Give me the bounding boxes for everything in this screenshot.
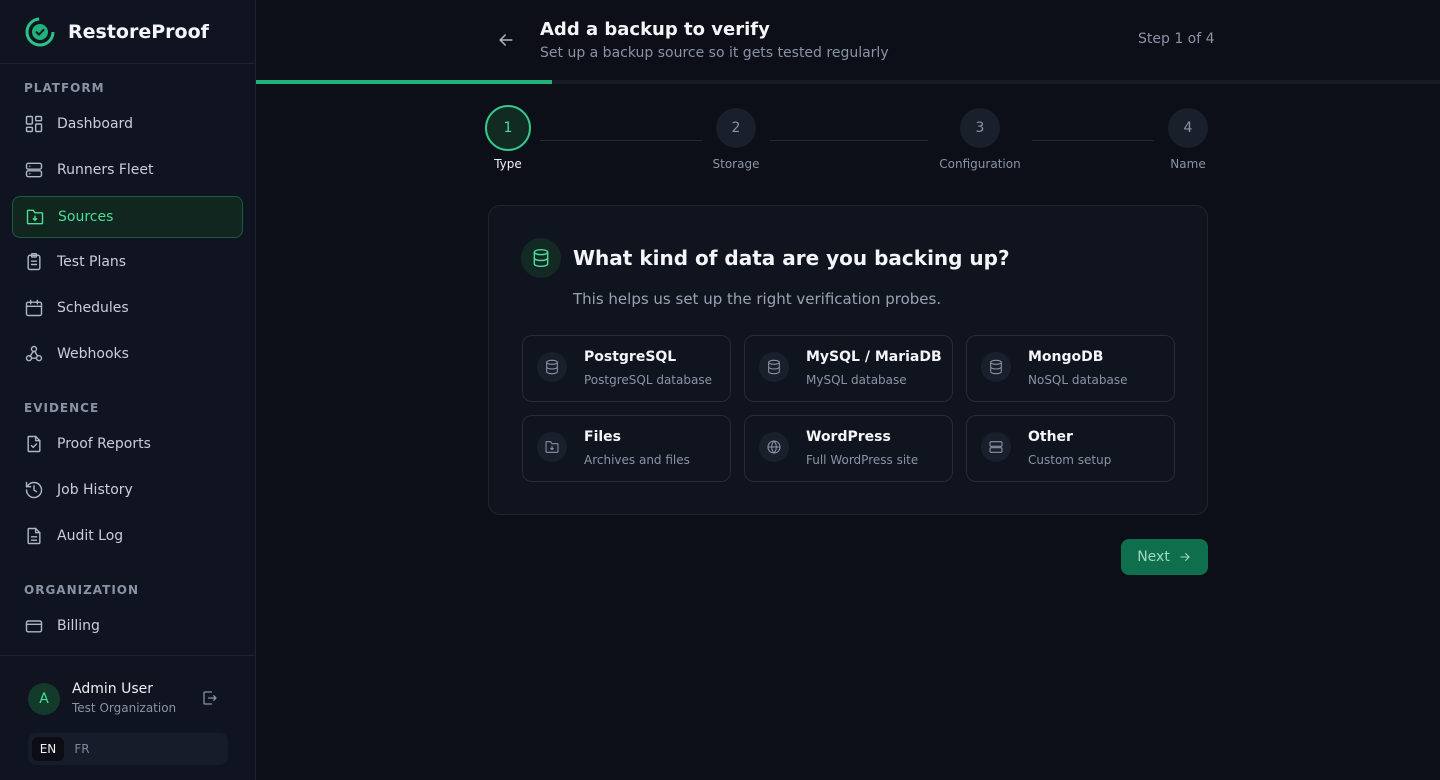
option-title: MySQL / MariaDB [806, 349, 942, 365]
clipboard-icon [27, 252, 41, 271]
question-icon-wrap [521, 238, 561, 278]
sidebar-item-label: Test Plans [57, 254, 127, 270]
language-fr-button[interactable]: FR [66, 737, 98, 761]
step-counter: Step 1 of 4 [1138, 31, 1215, 47]
dashboard-icon [25, 115, 43, 133]
step-connector [770, 140, 928, 141]
section-label-evidence: EVIDENCE [24, 401, 100, 415]
app-name: RestoreProof [68, 20, 209, 43]
sidebar-item-label: Billing [57, 618, 100, 634]
sidebar-item-job-history[interactable]: Job History [12, 469, 243, 511]
database-icon [533, 248, 549, 268]
language-en-button[interactable]: EN [32, 737, 64, 761]
sidebar-item-label: Audit Log [57, 528, 124, 544]
option-mongodb[interactable]: MongoDB NoSQL database [966, 335, 1175, 402]
sidebar-item-label: Webhooks [57, 346, 129, 362]
brand[interactable]: RestoreProof [0, 0, 255, 64]
sidebar-item-label: Dashboard [57, 116, 133, 132]
option-description: MySQL database [806, 373, 907, 387]
folder-icon [545, 441, 559, 453]
section-label-platform: PLATFORM [24, 81, 105, 95]
page-subtitle: Set up a backup source so it gets tested… [540, 45, 889, 61]
restoreproof-logo-icon [25, 17, 55, 46]
option-description: PostgreSQL database [584, 373, 712, 387]
option-description: Full WordPress site [806, 453, 919, 467]
option-title: PostgreSQL [584, 349, 677, 365]
file-text-icon [27, 527, 41, 545]
arrow-left-icon [499, 34, 513, 46]
language-switcher: EN FR [28, 733, 228, 765]
option-title: Files [584, 429, 621, 445]
sidebar: RestoreProof PLATFORM Dashboard Runners … [0, 0, 256, 780]
folder-icon [26, 209, 44, 225]
option-wordpress[interactable]: WordPress Full WordPress site [744, 415, 953, 482]
sidebar-item-test-plans[interactable]: Test Plans [12, 241, 243, 283]
database-icon [546, 359, 558, 375]
step-connector [1032, 140, 1154, 141]
question-title: What kind of data are you backing up? [573, 246, 1010, 270]
calendar-icon [25, 299, 43, 317]
server-icon [25, 162, 43, 178]
logout-icon [203, 691, 217, 705]
database-icon [768, 359, 780, 375]
option-title: WordPress [806, 429, 891, 445]
step-1-circle[interactable]: 1 [485, 105, 531, 151]
sidebar-item-billing[interactable]: Billing [12, 605, 243, 647]
server-icon [989, 441, 1003, 453]
sidebar-item-sources[interactable]: Sources [12, 196, 243, 238]
sidebar-item-label: Proof Reports [57, 436, 151, 452]
sidebar-item-webhooks[interactable]: Webhooks [12, 333, 243, 375]
step-4-label: Name [1170, 157, 1206, 171]
back-button[interactable] [496, 30, 516, 50]
section-label-organization: ORGANIZATION [24, 583, 140, 597]
sidebar-item-audit-log[interactable]: Audit Log [12, 515, 243, 557]
step-3-circle: 3 [960, 108, 1000, 148]
sidebar-item-label: Sources [58, 209, 114, 225]
sidebar-item-label: Schedules [57, 300, 129, 316]
option-mysql-mariadb[interactable]: MySQL / MariaDB MySQL database [744, 335, 953, 402]
option-title: MongoDB [1028, 349, 1104, 365]
globe-icon [767, 440, 781, 454]
file-check-icon [27, 435, 41, 453]
next-button[interactable]: Next [1121, 539, 1208, 575]
webhook-icon [25, 345, 43, 362]
credit-card-icon [25, 620, 43, 633]
logout-button[interactable] [201, 689, 219, 707]
sidebar-item-proof-reports[interactable]: Proof Reports [12, 423, 243, 465]
option-files[interactable]: Files Archives and files [522, 415, 731, 482]
question-subtitle: This helps us set up the right verificat… [573, 290, 942, 308]
page-title: Add a backup to verify [540, 19, 770, 40]
user-name: Admin User [72, 681, 153, 697]
sidebar-item-dashboard[interactable]: Dashboard [12, 103, 243, 145]
sidebar-item-label: Job History [57, 482, 133, 498]
next-button-label: Next [1137, 549, 1170, 565]
option-description: Archives and files [584, 453, 690, 467]
step-connector [540, 140, 702, 141]
progress-bar [256, 80, 1440, 84]
option-postgresql[interactable]: PostgreSQL PostgreSQL database [522, 335, 731, 402]
sidebar-item-label: Runners Fleet [57, 162, 154, 178]
step-4-circle: 4 [1168, 108, 1208, 148]
step-3-label: Configuration [939, 157, 1021, 171]
source-type-card: What kind of data are you backing up? Th… [488, 205, 1208, 515]
option-description: Custom setup [1028, 453, 1112, 467]
database-icon [990, 359, 1002, 375]
option-description: NoSQL database [1028, 373, 1128, 387]
step-2-circle: 2 [716, 108, 756, 148]
step-2-label: Storage [712, 157, 760, 171]
progress-fill [256, 80, 552, 84]
history-icon [25, 481, 43, 499]
sidebar-item-schedules[interactable]: Schedules [12, 287, 243, 329]
arrow-right-icon [1180, 552, 1190, 562]
user-organization: Test Organization [72, 701, 177, 715]
user-panel: A Admin User Test Organization EN FR [0, 655, 255, 780]
option-other[interactable]: Other Custom setup [966, 415, 1175, 482]
option-title: Other [1028, 429, 1073, 445]
avatar[interactable]: A [28, 683, 60, 715]
step-1-label: Type [494, 157, 522, 171]
sidebar-item-runners-fleet[interactable]: Runners Fleet [12, 149, 243, 191]
